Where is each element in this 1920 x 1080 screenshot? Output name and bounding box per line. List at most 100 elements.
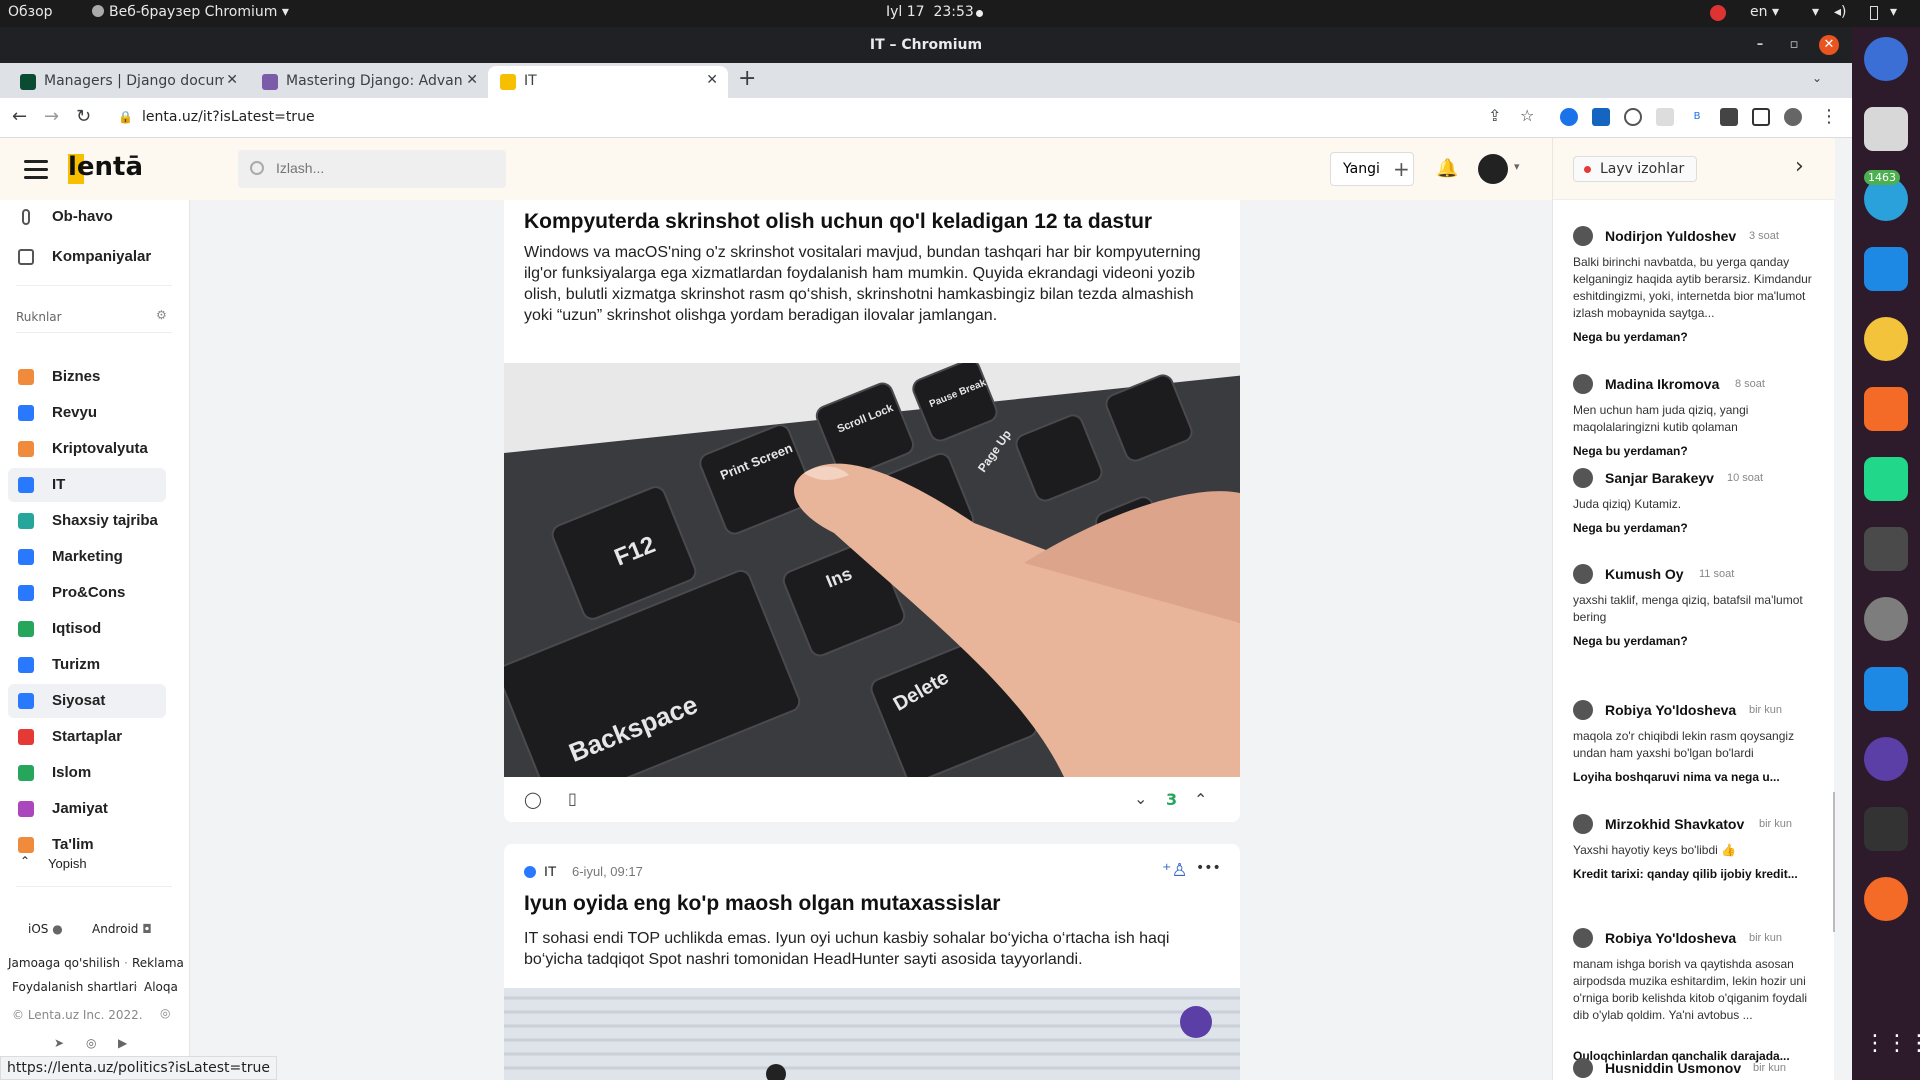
bookmark-star-icon[interactable]: ☆ [1520,106,1534,125]
keyboard-language[interactable]: en ▾ [1750,4,1779,20]
nav-item-biznes[interactable]: Biznes [8,360,166,394]
nav-item-iqtisod[interactable]: Iqtisod [8,612,166,646]
article-card[interactable]: Kompyuterda skrinshot olish uchun qo'l k… [504,200,1240,822]
hamburger-menu-icon[interactable] [24,160,48,184]
instagram-icon[interactable]: ◎ [86,1036,96,1050]
reload-button[interactable]: ↻ [76,106,91,127]
terminal-dock-icon[interactable] [1864,807,1908,851]
keyboard-photo[interactable]: Backspace F12 Print Screen Scroll Lock P… [504,363,1240,777]
postman-dock-icon[interactable] [1864,877,1908,921]
wifi-icon[interactable]: ▾ [1812,4,1819,20]
nav-item-pro-cons[interactable]: Pro&Cons [8,576,166,610]
nav-item-startaplar[interactable]: Startaplar [8,720,166,754]
pycharm-dock-icon[interactable] [1864,457,1908,501]
commenter-avatar[interactable] [1573,468,1593,488]
tab-it[interactable]: IT ✕ [488,66,728,98]
upvote-chevron-icon[interactable]: ⌃ [1194,790,1207,809]
comment-icon[interactable]: ◯ [524,790,542,809]
article-title[interactable]: Iyun oyida eng ko'p maosh olgan mutaxass… [524,892,1000,916]
article-card[interactable]: IT 6-iyul, 09:17 ⁺♙ ••• Iyun oyida eng k… [504,844,1240,1080]
tab-search-chevron-icon[interactable]: ⌄ [1812,71,1822,85]
footer-link-ads[interactable]: Reklama [132,956,184,970]
eclipse-dock-icon[interactable] [1864,737,1908,781]
nav-item-shaxsiy-tajriba[interactable]: Shaxsiy tajriba [8,504,166,538]
close-tab-icon[interactable]: ✕ [466,72,478,88]
extensions-puzzle-icon[interactable] [1720,108,1738,126]
new-tab-button[interactable]: + [738,66,756,91]
extension-download-icon[interactable] [1592,108,1610,126]
chrome-status-icon[interactable] [1710,5,1726,21]
comment-article-link[interactable]: Nega bu yerdaman? [1573,444,1817,458]
commenter-name[interactable]: Nodirjon Yuldoshev [1605,228,1736,244]
tab-django-managers[interactable]: Managers | Django docum ✕ [8,66,248,98]
minimize-button[interactable]: – [1750,35,1770,55]
activities-button[interactable]: Обзор [8,4,53,20]
accessibility-icon[interactable]: ◎ [160,1006,170,1020]
commenter-name[interactable]: Mirzokhid Shavkatov [1605,816,1744,832]
article-title[interactable]: Kompyuterda skrinshot olish uchun qo'l k… [524,210,1152,234]
tab-mastering-django[interactable]: Mastering Django: Advan ✕ [250,66,488,98]
side-panel-icon[interactable] [1752,108,1770,126]
commenter-avatar[interactable] [1573,226,1593,246]
nav-item-marketing[interactable]: Marketing [8,540,166,574]
nav-item-it[interactable]: IT [8,468,166,502]
collapse-button[interactable]: ⌃ Yopish [8,850,166,876]
clock[interactable]: Iyl 17 23:53 [886,4,974,20]
lock-icon[interactable]: 🔒 [118,110,133,124]
extension-1-icon[interactable] [1560,108,1578,126]
new-post-button[interactable]: Yangi + [1330,152,1414,186]
lenta-logo[interactable]: lentā [68,152,143,184]
extension-4-icon[interactable] [1656,108,1674,126]
commenter-name[interactable]: Robiya Yo'ldosheva [1605,702,1736,718]
scrollbar-thumb[interactable] [1833,792,1835,932]
comment-article-link[interactable]: Nega bu yerdaman? [1573,634,1817,648]
nav-item-kompaniyalar[interactable]: Kompaniyalar [8,240,166,274]
chevron-right-icon[interactable]: › [1795,154,1804,179]
search-input[interactable] [276,160,486,176]
forward-button[interactable]: → [44,106,59,127]
battery-icon[interactable] [1870,6,1878,20]
nav-item-kriptovalyuta[interactable]: Kriptovalyuta [8,432,166,466]
comment-article-link[interactable]: Nega bu yerdaman? [1573,521,1817,535]
vscode-dock-icon[interactable] [1864,667,1908,711]
follow-author-icon[interactable]: ⁺♙ [1162,860,1188,881]
nav-item-turizm[interactable]: Turizm [8,648,166,682]
system-menu-chevron[interactable]: ▾ [1890,4,1897,20]
commenter-avatar[interactable] [1573,814,1593,834]
nav-item-ob-havo[interactable]: Ob-havo [8,200,166,234]
search-box[interactable] [238,150,506,188]
writer-dock-icon[interactable] [1864,247,1908,291]
show-apps-grid-icon[interactable]: ⋮⋮⋮ [1864,1022,1920,1066]
more-options-button[interactable]: ••• [1196,860,1221,876]
close-window-button[interactable]: ✕ [1819,35,1839,55]
volume-icon[interactable]: ◂) [1834,4,1847,20]
android-app-link[interactable]: Android ◘ [92,922,152,936]
footer-link-join[interactable]: Jamoaga qo'shilish [8,956,120,970]
commenter-avatar[interactable] [1573,928,1593,948]
commenter-name[interactable]: Kumush Oy [1605,566,1684,582]
commenter-name[interactable]: Husniddin Usmonov [1605,1060,1741,1076]
nav-item-siyosat[interactable]: Siyosat [8,684,166,718]
comment-article-link[interactable]: Nega bu yerdaman? [1573,330,1817,344]
rhythmbox-dock-icon[interactable] [1864,317,1908,361]
url-field[interactable]: lenta.uz/it?isLatest=true [142,109,315,125]
kebab-menu-icon[interactable]: ⋮ [1820,106,1838,127]
extension-3-icon[interactable] [1624,108,1642,126]
live-comments-tab[interactable]: Layv izohlar [1573,156,1698,182]
commenter-name[interactable]: Madina Ikromova [1605,376,1719,392]
notification-bell-icon[interactable]: 🔔 [1436,158,1458,179]
extension-5-icon[interactable]: B [1688,108,1706,126]
settings-gear-icon[interactable]: ⚙ [156,308,167,322]
back-button[interactable]: ← [12,106,27,127]
downvote-chevron-icon[interactable]: ⌄ [1134,789,1147,808]
profile-avatar-icon[interactable] [1784,108,1802,126]
comment-article-link[interactable]: Loyiha boshqaruvi nima va nega u... [1573,770,1817,784]
sublime-text-dock-icon[interactable] [1864,527,1908,571]
commenter-avatar[interactable] [1573,564,1593,584]
files-dock-icon[interactable] [1864,107,1908,151]
commenter-avatar[interactable] [1573,374,1593,394]
avatar-chevron-down-icon[interactable]: ▾ [1514,160,1520,173]
commenter-avatar[interactable] [1573,700,1593,720]
app-menu[interactable]: Веб-браузер Chromium ▾ [92,4,289,20]
chromium-dock-icon[interactable] [1864,37,1908,81]
